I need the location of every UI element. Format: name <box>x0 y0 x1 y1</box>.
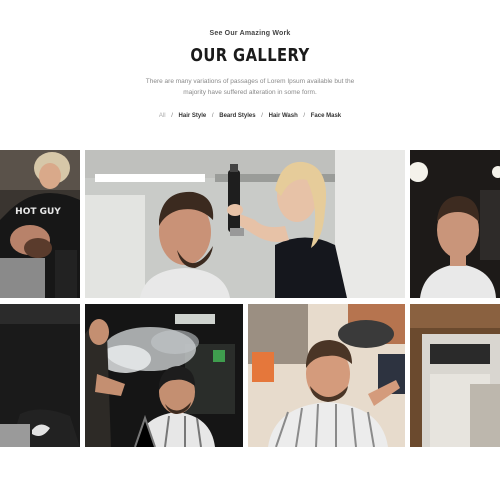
filter-beard-styles[interactable]: Beard Styles <box>219 113 255 119</box>
gallery-item-barber-shirt[interactable]: HOT GUY <box>0 150 80 298</box>
gallery-photo <box>85 304 243 447</box>
filter-separator: / <box>261 113 263 119</box>
filter-hair-wash[interactable]: Hair Wash <box>269 113 298 119</box>
gallery-photo <box>85 150 405 298</box>
gallery-item-clipper-smoke[interactable] <box>85 304 243 447</box>
description-line: majority have suffered alteration in som… <box>183 89 317 96</box>
gallery-item-happy-client[interactable] <box>248 304 405 447</box>
gallery-photo <box>248 304 405 447</box>
gallery-photo <box>410 150 500 298</box>
gallery-item-back-haircut[interactable] <box>410 150 500 298</box>
gallery-filter-bar: All / Hair Style / Beard Styles / Hair W… <box>0 113 500 119</box>
filter-hair-style[interactable]: Hair Style <box>179 113 207 119</box>
section-kicker: See Our Amazing Work <box>209 30 291 37</box>
filter-separator: / <box>211 113 214 119</box>
gallery-photo <box>0 304 80 447</box>
gallery-item-hairspray-styling[interactable] <box>85 150 405 298</box>
filter-all[interactable]: All <box>159 113 166 119</box>
section-description: There are many variations of passages of… <box>130 76 370 98</box>
section-title: OUR GALLERY <box>190 45 310 66</box>
gallery-photo <box>410 304 500 447</box>
gallery-photo: HOT GUY <box>0 150 80 298</box>
gallery-item-shop-interior[interactable] <box>410 304 500 447</box>
filter-separator: / <box>303 113 306 119</box>
filter-separator: / <box>171 113 173 119</box>
description-line: There are many variations of passages of… <box>145 78 355 85</box>
gallery-item-barber-dark[interactable] <box>0 304 80 447</box>
shirt-print: HOT GUY <box>15 207 61 217</box>
filter-face-mask[interactable]: Face Mask <box>311 113 341 119</box>
